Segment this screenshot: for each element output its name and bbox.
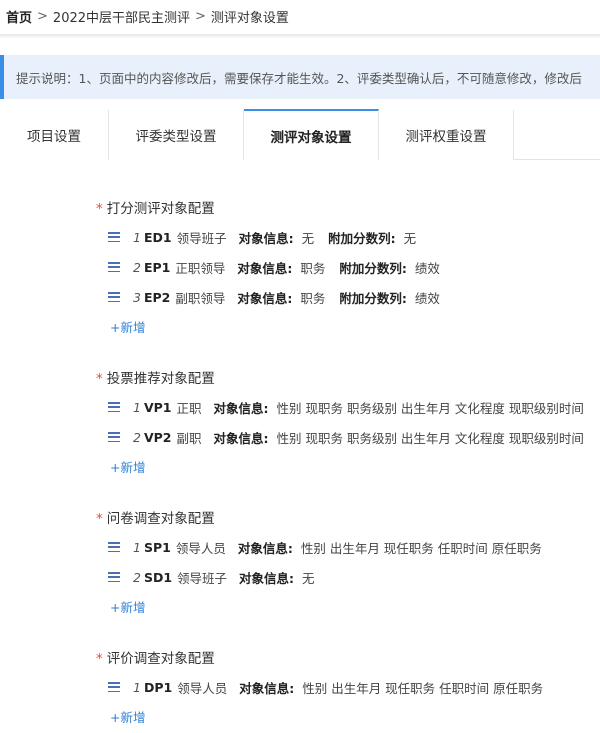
add-score-target-button[interactable]: +新增 <box>110 317 145 336</box>
list-item: 1 VP1 正职 对象信息: 性别 现职务 职务级别 出生年月 文化程度 现职级… <box>108 397 598 417</box>
add-evaluation-target-button[interactable]: +新增 <box>110 707 145 726</box>
header-divider <box>0 34 600 38</box>
section-title-vote: * 投票推荐对象配置 <box>96 371 215 387</box>
drag-handle-icon[interactable] <box>108 542 120 552</box>
drag-handle-icon[interactable] <box>108 682 120 692</box>
breadcrumb-separator: > <box>37 8 48 24</box>
list-item: 3 EP2 副职领导 对象信息: 职务 附加分数列: 绩效 <box>108 287 454 307</box>
section-title-score: * 打分测评对象配置 <box>96 201 215 217</box>
drag-handle-icon[interactable] <box>108 572 120 582</box>
breadcrumb-home[interactable]: 首页 <box>6 7 32 26</box>
list-item: 1 ED1 领导班子 对象信息: 无 附加分数列: 无 <box>108 227 430 247</box>
drag-handle-icon[interactable] <box>108 292 120 302</box>
drag-handle-icon[interactable] <box>108 262 120 272</box>
breadcrumb-current: 测评对象设置 <box>210 10 289 26</box>
list-item: 2 VP2 副职 对象信息: 性别 现职务 职务级别 出生年月 文化程度 现职级… <box>108 427 598 447</box>
list-item: 2 SD1 领导班子 对象信息: 无 <box>108 567 329 587</box>
breadcrumb: 首页 > 2022中层干部民主测评 > 测评对象设置 <box>6 4 289 28</box>
breadcrumb-project[interactable]: 2022中层干部民主测评 <box>53 7 190 26</box>
add-survey-target-button[interactable]: +新增 <box>110 597 145 616</box>
breadcrumb-separator: > <box>195 8 206 24</box>
add-vote-target-button[interactable]: +新增 <box>110 457 145 476</box>
tab-evaluation-target-settings[interactable]: 测评对象设置 <box>244 109 379 160</box>
tab-bar: 项目设置 评委类型设置 测评对象设置 测评权重设置 <box>0 109 600 160</box>
notice-text: 提示说明：1、页面中的内容修改后，需要保存才能生效。2、评委类型确认后，不可随意… <box>16 71 582 86</box>
list-item: 1 DP1 领导人员 对象信息: 性别 出生年月 现任职务 任职时间 原任职务 <box>108 677 557 697</box>
list-item: 2 EP1 正职领导 对象信息: 职务 附加分数列: 绩效 <box>108 257 454 277</box>
section-title-survey: * 问卷调查对象配置 <box>96 511 215 527</box>
drag-handle-icon[interactable] <box>108 402 120 412</box>
drag-handle-icon[interactable] <box>108 232 120 242</box>
tab-judge-type-settings[interactable]: 评委类型设置 <box>109 110 244 160</box>
section-title-evaluation: * 评价调查对象配置 <box>96 651 215 667</box>
tab-project-settings[interactable]: 项目设置 <box>0 110 109 160</box>
list-item: 1 SP1 领导人员 对象信息: 性别 出生年月 现任职务 任职时间 原任职务 <box>108 537 556 557</box>
drag-handle-icon[interactable] <box>108 432 120 442</box>
notice-banner: 提示说明：1、页面中的内容修改后，需要保存才能生效。2、评委类型确认后，不可随意… <box>0 55 600 99</box>
tab-evaluation-weight-settings[interactable]: 测评权重设置 <box>379 110 514 160</box>
